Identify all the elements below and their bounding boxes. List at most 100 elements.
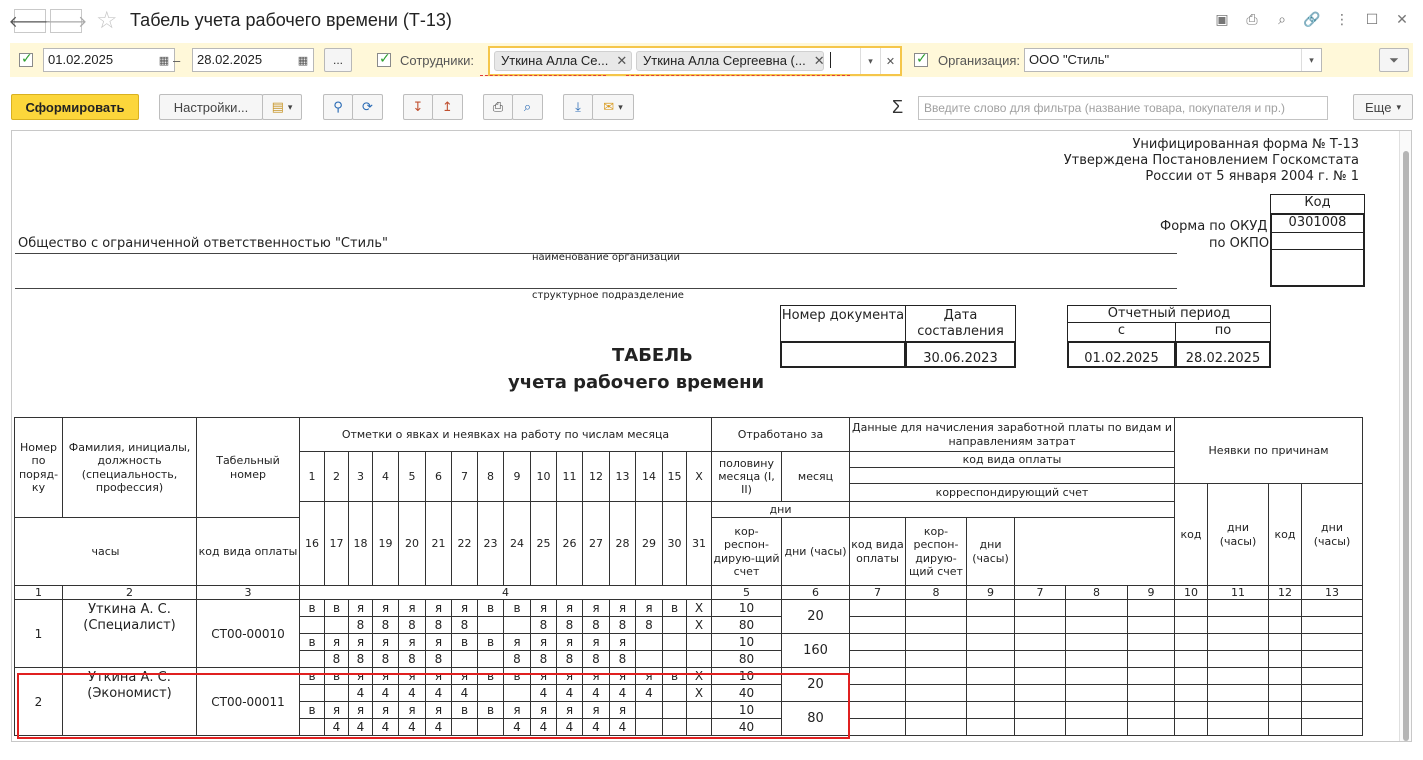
day-mark	[299, 718, 325, 736]
org-filter-checkbox[interactable]	[914, 50, 928, 67]
empty-cell	[1207, 701, 1269, 719]
col-number: 4	[299, 585, 712, 600]
link-icon[interactable]: 🔗	[1303, 10, 1321, 28]
empty-cell	[966, 684, 1015, 702]
preview-icon[interactable]: ⌕	[1273, 10, 1291, 28]
period-to-label: по	[1175, 322, 1271, 342]
print-button[interactable]: ⎙	[483, 94, 513, 120]
half-month-value: 40	[711, 718, 782, 736]
day-mark: X	[686, 667, 712, 685]
save-file-button[interactable]: ⤓	[563, 94, 593, 120]
vertical-scrollbar[interactable]	[1399, 131, 1411, 741]
day-mark: 4	[425, 718, 452, 736]
sort-asc-button[interactable]: ↧	[403, 94, 433, 120]
maximize-icon[interactable]: ☐	[1363, 10, 1381, 28]
scroll-thumb[interactable]	[1403, 151, 1409, 741]
empty-cell	[1268, 633, 1302, 651]
remove-chip-icon[interactable]: ✕	[814, 53, 825, 68]
day-header: 14	[635, 451, 663, 502]
day-header: 1	[299, 451, 325, 502]
day-header: 27	[582, 501, 610, 586]
empty-cell	[905, 701, 967, 719]
day-header: 11	[556, 451, 583, 502]
org-caption: наименование организации	[532, 252, 681, 263]
more-vertical-icon[interactable]: ⋮	[1333, 10, 1351, 28]
dept-caption: структурное подразделение	[532, 290, 684, 301]
day-header: 22	[451, 501, 478, 586]
day-mark: X	[686, 684, 712, 702]
col-header-hours: часы	[14, 517, 197, 586]
remove-chip-icon[interactable]: ✕	[616, 53, 627, 68]
preview-button[interactable]: ⌕	[512, 94, 543, 120]
calendar-icon[interactable]: ▦	[154, 49, 174, 71]
empty-cell	[1268, 616, 1302, 634]
period-select-button[interactable]: ...	[324, 48, 352, 72]
employees-filter-checkbox[interactable]	[377, 50, 391, 67]
employee-chip-1[interactable]: Уткина Алла Се... ✕	[494, 51, 632, 71]
day-mark: я	[582, 667, 610, 685]
envelope-icon: ✉	[603, 99, 615, 114]
back-button[interactable]: 🡐	[9, 9, 51, 33]
day-mark: я	[556, 599, 583, 617]
day-header: 21	[425, 501, 452, 586]
day-mark	[662, 616, 687, 634]
employee-chip-label: Уткина Алла Се...	[501, 53, 609, 68]
org-value: ООО "Стиль"	[1029, 52, 1110, 67]
send-email-button[interactable]: ✉ ▾	[592, 94, 634, 120]
empty-cell	[1014, 684, 1066, 702]
day-mark	[662, 718, 687, 736]
day-header: 12	[582, 451, 610, 502]
day-mark	[635, 701, 663, 719]
clear-icon[interactable]: ✕	[880, 48, 900, 74]
print-icon[interactable]: ⎙	[1243, 10, 1261, 28]
date-from-field[interactable]: 01.02.2025 ▦	[43, 48, 175, 72]
empty-cell	[1014, 701, 1066, 719]
day-mark: 4	[556, 684, 583, 702]
dropdown-arrow-icon: ▾	[1396, 101, 1401, 112]
dropdown-arrow-icon[interactable]: ▾	[860, 48, 880, 74]
calendar-icon[interactable]: ▦	[293, 49, 313, 71]
sum-icon[interactable]: Σ	[892, 97, 903, 118]
close-icon[interactable]: ✕	[1393, 10, 1411, 28]
col-number: 9	[966, 585, 1015, 600]
find-next-button[interactable]: ⟳	[352, 94, 383, 120]
filter-button[interactable]: ⏷	[1379, 48, 1409, 72]
date-dash: –	[173, 53, 181, 68]
favorite-star-icon[interactable]: ☆	[96, 6, 118, 35]
printer-icon: ⎙	[492, 99, 504, 114]
save-icon[interactable]: ▣	[1213, 10, 1231, 28]
day-mark: я	[609, 701, 636, 719]
day-mark: в	[662, 667, 687, 685]
search-input[interactable]: Введите слово для фильтра (название това…	[918, 96, 1328, 120]
find-button[interactable]: ⚲	[323, 94, 353, 120]
form-ref-line1: Унифицированная форма № Т-13	[1132, 137, 1359, 152]
variants-button[interactable]: ▤ ▾	[262, 94, 302, 120]
day-mark: в	[477, 599, 504, 617]
day-mark: 8	[348, 650, 373, 668]
date-filter-checkbox[interactable]	[19, 50, 33, 67]
more-button[interactable]: Еще ▾	[1353, 94, 1413, 120]
dropdown-arrow-icon[interactable]: ▾	[1301, 49, 1321, 71]
search-icon: ⚲	[333, 99, 343, 114]
day-mark: я	[530, 667, 557, 685]
employee-chip-2[interactable]: Уткина Алла Сергеевна (... ✕	[636, 51, 825, 71]
filter-bar: 01.02.2025 ▦ – 28.02.2025 ▦ ... Сотрудни…	[10, 43, 1413, 77]
col-header-pay: Данные для начисления заработной платы п…	[849, 417, 1175, 452]
day-mark: я	[556, 667, 583, 685]
day-mark: я	[635, 667, 663, 685]
day-mark: я	[425, 701, 452, 719]
date-to-field[interactable]: 28.02.2025 ▦	[192, 48, 314, 72]
dropdown-arrow-icon: ▾	[287, 101, 293, 112]
sort-desc-button[interactable]: ↥	[432, 94, 463, 120]
generate-button[interactable]: Сформировать	[11, 94, 139, 120]
forward-button[interactable]: 🡒	[45, 9, 87, 33]
day-header: 8	[477, 451, 504, 502]
org-select[interactable]: ООО "Стиль" ▾	[1024, 48, 1322, 72]
day-mark: X	[686, 616, 712, 634]
day-mark	[299, 650, 325, 668]
settings-button[interactable]: Настройки...	[159, 94, 263, 120]
employees-field[interactable]: Уткина Алла Се... ✕ Уткина Алла Сергеевна…	[488, 46, 902, 76]
day-mark: 8	[324, 650, 349, 668]
day-header: 20	[398, 501, 426, 586]
col-number: 2	[62, 585, 197, 600]
